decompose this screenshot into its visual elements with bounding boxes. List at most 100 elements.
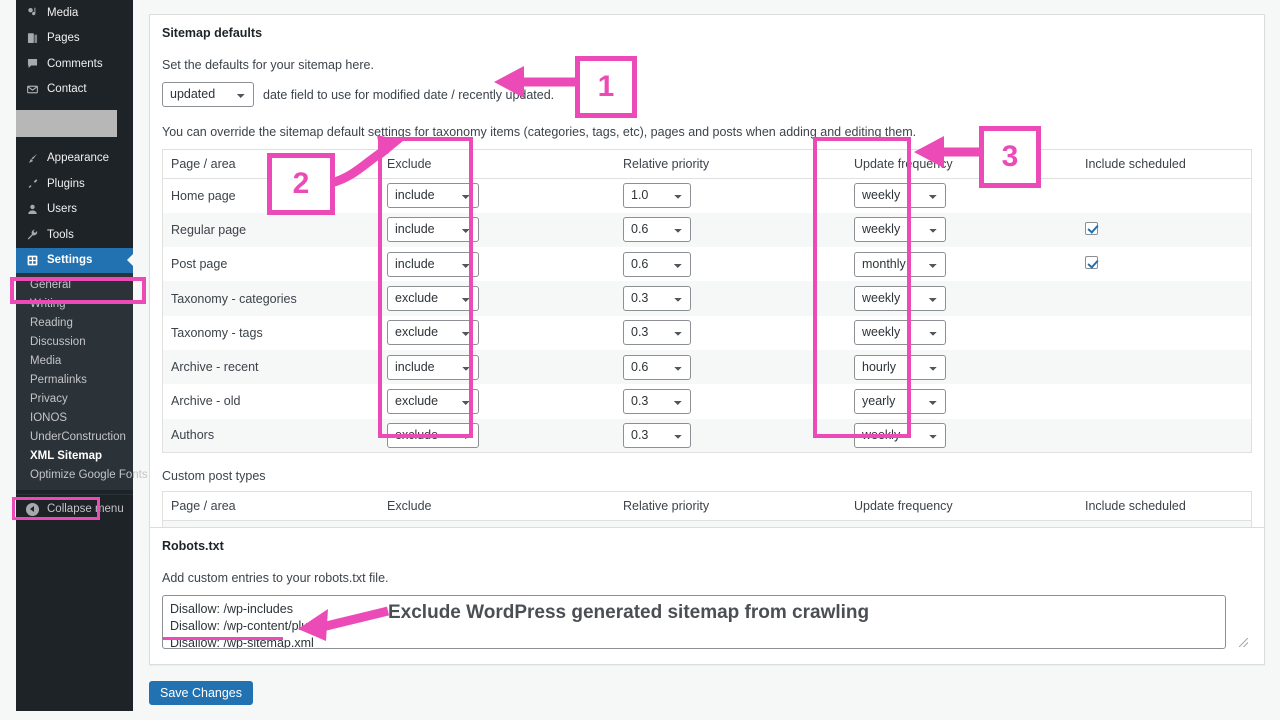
submenu-item-general[interactable]: General — [16, 275, 133, 294]
submenu-item-underconstruction[interactable]: UnderConstruction — [16, 427, 133, 446]
priority-select[interactable]: 0.6 — [623, 252, 691, 277]
cpt-col-header-frequency: Update frequency — [846, 492, 1077, 521]
priority-select-cell: 0.3 — [615, 316, 846, 350]
sidebar-item-label: Media — [47, 7, 78, 19]
priority-select[interactable]: 0.3 — [623, 389, 691, 414]
plug-icon — [25, 176, 40, 191]
submenu-item-reading[interactable]: Reading — [16, 313, 133, 332]
robots-description: Add custom entries to your robots.txt fi… — [162, 571, 1252, 585]
pages-icon — [25, 31, 40, 46]
admin-sidebar: Media Pages Comments Contact Assistant A… — [16, 0, 133, 711]
frequency-select-cell: yearly — [846, 384, 1077, 418]
scheduled-cell — [1077, 316, 1252, 350]
sidebar-item-label: Appearance — [47, 152, 109, 164]
frequency-select[interactable]: weekly — [854, 183, 946, 208]
submenu-item-optimize-google-fonts[interactable]: Optimize Google Fonts — [16, 465, 133, 484]
sidebar-item-label: Contact — [47, 83, 87, 95]
sidebar-item-label: Users — [47, 203, 77, 215]
date-field-select[interactable]: updated — [162, 82, 254, 107]
user-icon — [25, 202, 40, 217]
sidebar-item-label: Comments — [47, 58, 103, 70]
robots-textarea[interactable]: Disallow: /wp-includes Disallow: /wp-con… — [162, 595, 1226, 649]
frequency-select-cell: monthly — [846, 247, 1077, 281]
col-header-scheduled: Include scheduled — [1077, 150, 1252, 179]
sidebar-item-tools[interactable]: Tools — [16, 222, 133, 248]
exclude-select[interactable]: exclude — [387, 423, 479, 448]
exclude-select[interactable]: include — [387, 355, 479, 380]
sidebar-item-media[interactable]: Media — [16, 0, 133, 26]
sidebar-current-arrow — [127, 253, 134, 267]
sidebar-item-settings[interactable]: Settings — [16, 248, 133, 274]
sidebar-item-appearance[interactable]: Appearance — [16, 146, 133, 172]
resize-handle-icon[interactable] — [1239, 638, 1248, 647]
frequency-select[interactable]: weekly — [854, 320, 946, 345]
submenu-item-discussion[interactable]: Discussion — [16, 332, 133, 351]
priority-select[interactable]: 0.3 — [623, 423, 691, 448]
submenu-item-privacy[interactable]: Privacy — [16, 389, 133, 408]
priority-select[interactable]: 0.3 — [623, 320, 691, 345]
submenu-item-permalinks[interactable]: Permalinks — [16, 370, 133, 389]
main-content: Sitemap defaults Set the defaults for yo… — [149, 0, 1280, 720]
exclude-select-cell: include — [379, 213, 615, 247]
exclude-select[interactable]: include — [387, 183, 479, 208]
cpt-col-header-scheduled: Include scheduled — [1077, 492, 1252, 521]
scheduled-cell — [1077, 384, 1252, 418]
exclude-select[interactable]: include — [387, 217, 479, 242]
scheduled-cell — [1077, 281, 1252, 315]
frequency-select-cell: hourly — [846, 350, 1077, 384]
row-page-label: Post page — [163, 247, 380, 281]
table-row: Taxonomy - categories exclude 0.3 weekly — [163, 281, 1252, 315]
submenu-item-ionos[interactable]: IONOS — [16, 408, 133, 427]
submenu-item-media[interactable]: Media — [16, 351, 133, 370]
sidebar-divider — [16, 137, 133, 146]
save-changes-button[interactable]: Save Changes — [149, 681, 253, 705]
sidebar-item-contact[interactable]: Contact — [16, 77, 133, 103]
priority-select[interactable]: 1.0 — [623, 183, 691, 208]
date-field-note: date field to use for modified date / re… — [263, 88, 554, 102]
col-header-priority: Relative priority — [615, 150, 846, 179]
row-page-label: Archive - old — [163, 384, 380, 418]
sitemap-defaults-table: Page / area Exclude Relative priority Up… — [162, 149, 1252, 453]
frequency-select[interactable]: weekly — [854, 217, 946, 242]
frequency-select[interactable]: hourly — [854, 355, 946, 380]
sidebar-item-users[interactable]: Users — [16, 197, 133, 223]
frequency-select[interactable]: weekly — [854, 423, 946, 448]
table-row: Archive - recent include 0.6 hourly — [163, 350, 1252, 384]
include-scheduled-checkbox[interactable] — [1085, 222, 1098, 235]
exclude-select[interactable]: exclude — [387, 286, 479, 311]
priority-select-cell: 0.3 — [615, 384, 846, 418]
priority-select[interactable]: 0.3 — [623, 286, 691, 311]
row-page-label: Archive - recent — [163, 350, 380, 384]
settings-submenu: General Writing Reading Discussion Media… — [16, 273, 133, 490]
frequency-select-cell: weekly — [846, 419, 1077, 453]
priority-select-cell: 0.6 — [615, 213, 846, 247]
frequency-select[interactable]: yearly — [854, 389, 946, 414]
exclude-select-cell: include — [379, 350, 615, 384]
collapse-arrow-icon — [26, 503, 39, 516]
collapse-menu-button[interactable]: Collapse menu — [16, 494, 133, 523]
cpt-col-header-exclude: Exclude — [379, 492, 615, 521]
table-row: Taxonomy - tagsexclude0.3weekly — [163, 316, 1252, 350]
sidebar-item-pages[interactable]: Pages — [16, 26, 133, 52]
sidebar-item-comments[interactable]: Comments — [16, 51, 133, 77]
priority-select[interactable]: 0.6 — [623, 217, 691, 242]
exclude-select[interactable]: exclude — [387, 389, 479, 414]
table-row: Archive - old exclude 0.3 yearly — [163, 384, 1252, 418]
include-scheduled-checkbox[interactable] — [1085, 256, 1098, 269]
table-row: Post page include 0.6 monthly — [163, 247, 1252, 281]
exclude-select[interactable]: include — [387, 252, 479, 277]
sitemap-defaults-title: Sitemap defaults — [162, 26, 1252, 40]
frequency-select[interactable]: weekly — [854, 286, 946, 311]
col-header-frequency: Update frequency — [846, 150, 1077, 179]
table-header-row: Page / area Exclude Relative priority Up… — [163, 150, 1252, 179]
row-page-label: Taxonomy - categories — [163, 281, 380, 315]
submenu-item-xml-sitemap[interactable]: XML Sitemap — [16, 446, 133, 465]
priority-select[interactable]: 0.6 — [623, 355, 691, 380]
submenu-item-writing[interactable]: Writing — [16, 294, 133, 313]
scheduled-cell — [1077, 419, 1252, 453]
sidebar-item-label: Settings — [47, 254, 92, 266]
frequency-select[interactable]: monthly — [854, 252, 946, 277]
exclude-select[interactable]: exclude — [387, 320, 479, 345]
col-header-exclude: Exclude — [379, 150, 615, 179]
sidebar-item-plugins[interactable]: Plugins — [16, 171, 133, 197]
